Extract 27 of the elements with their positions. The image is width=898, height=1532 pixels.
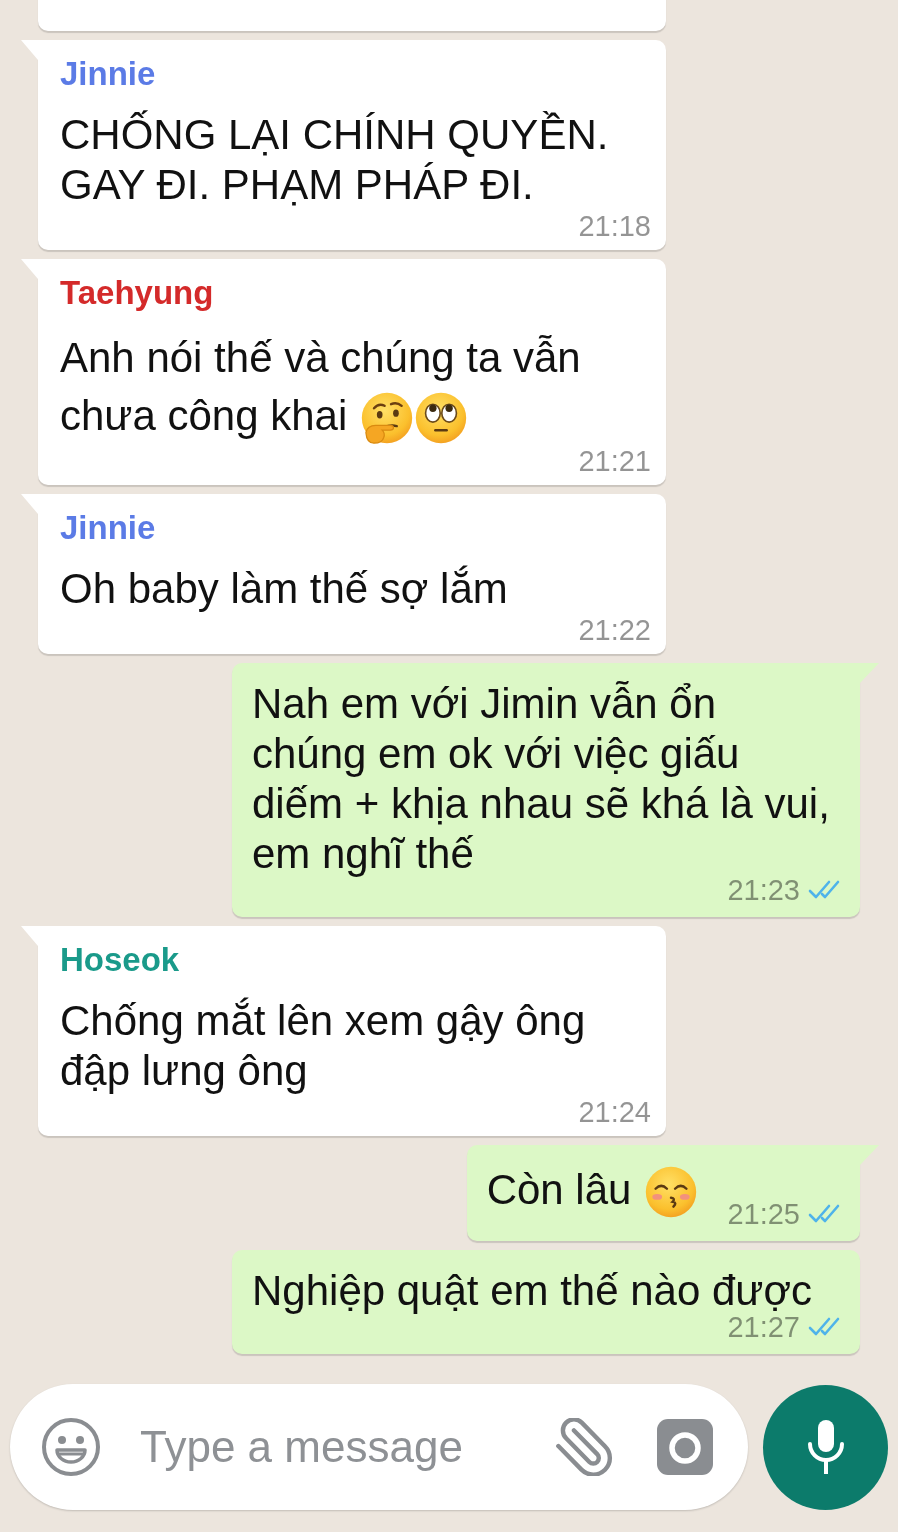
message-text: CHỐNG LẠI CHÍNH QUYỀN. GAY ĐI. PHẠM PHÁP ĐI. bbox=[60, 111, 609, 208]
message-text: Oh baby làm thế sợ lắm bbox=[60, 565, 508, 612]
attach-button[interactable] bbox=[556, 1418, 614, 1476]
message-text: Nah em với Jimin vẫn ổn chúng em ok với việc giấu diếm + khịa nhau sẽ khá là vui, em nghĩ thế bbox=[252, 680, 830, 877]
message-time: 21:24 bbox=[578, 1096, 651, 1128]
message-time: 21:27 bbox=[727, 1311, 800, 1343]
message-composer-field[interactable]: Type a message bbox=[10, 1384, 748, 1510]
sender-name: Jinnie bbox=[60, 54, 157, 94]
emoji-button[interactable] bbox=[42, 1418, 100, 1476]
camera-icon bbox=[657, 1419, 713, 1475]
message-time: 21:18 bbox=[578, 210, 651, 242]
sender-name: Hoseok bbox=[60, 940, 181, 980]
message-text: Nghiệp quật em thế nào được bbox=[252, 1267, 812, 1314]
message-text: Chống mắt lên xem gậy ông đập lưng ông bbox=[60, 997, 586, 1094]
message-time: 21:22 bbox=[578, 614, 651, 646]
message-time: 21:25 bbox=[727, 1198, 800, 1230]
sender-name: Taehyung bbox=[60, 273, 215, 313]
sender-name: Jinnie bbox=[60, 508, 157, 548]
paperclip-icon bbox=[556, 1418, 614, 1476]
message-time: 21:23 bbox=[727, 874, 800, 906]
message-time: 21:21 bbox=[578, 445, 651, 477]
message-text: Còn lâu bbox=[486, 1166, 632, 1213]
message-input[interactable]: Type a message bbox=[140, 1417, 556, 1477]
camera-button[interactable] bbox=[657, 1419, 713, 1475]
message-text: Anh nói thế và chúng ta vẫn chưa công khai bbox=[60, 334, 581, 439]
microphone-icon bbox=[807, 1420, 844, 1474]
smiley-icon bbox=[42, 1418, 100, 1476]
